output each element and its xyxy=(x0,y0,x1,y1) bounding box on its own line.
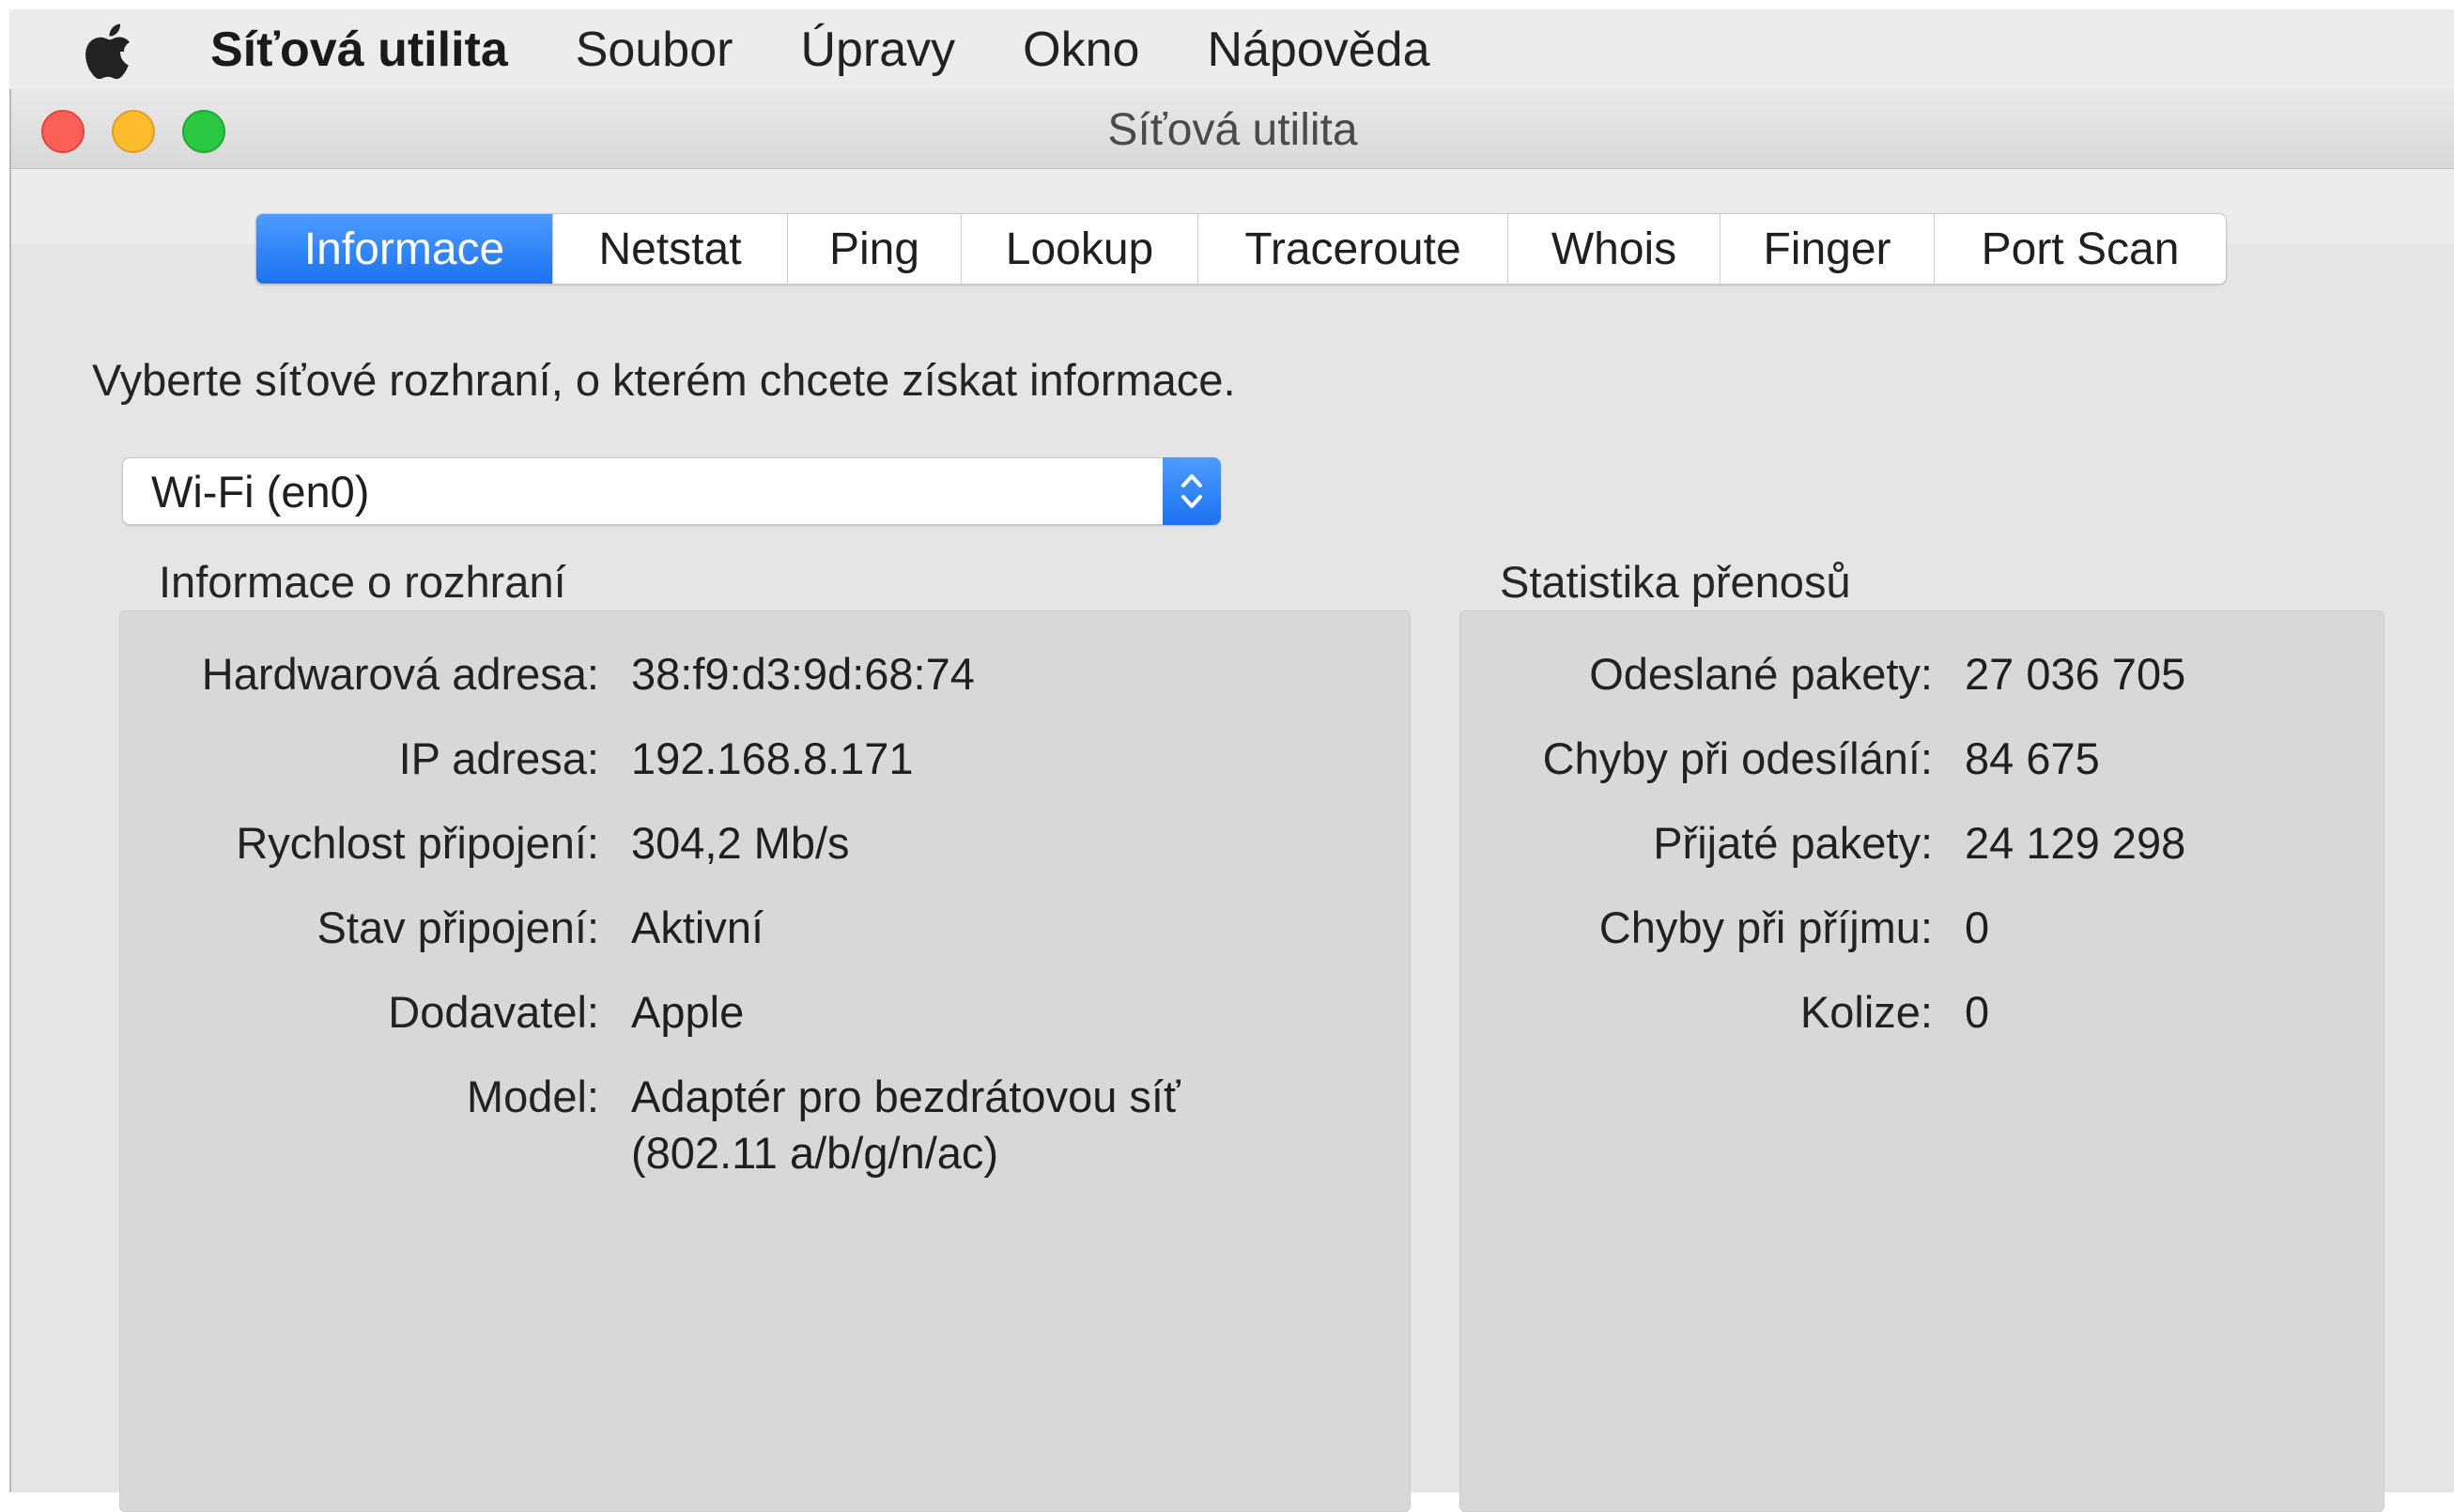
interface-select[interactable]: Wi-Fi (en0) xyxy=(122,457,1221,525)
transfer-stats-title: Statistika přenosů xyxy=(1500,557,1851,607)
label-received-packets: Přijaté pakety: xyxy=(1653,818,1933,868)
value-model-standard: (802.11 a/b/g/n/ac) xyxy=(631,1128,999,1178)
tab-ping[interactable]: Ping xyxy=(788,214,962,284)
value-vendor: Apple xyxy=(631,987,745,1037)
value-link-status: Aktivní xyxy=(631,903,764,952)
value-model: Adaptér pro bezdrátovou síť xyxy=(631,1072,1181,1121)
label-vendor: Dodavatel: xyxy=(388,987,599,1037)
tab-port-scan[interactable]: Port Scan xyxy=(1935,214,2226,284)
menu-okno[interactable]: Okno xyxy=(1023,22,1139,78)
select-chevron-icon[interactable] xyxy=(1163,457,1221,525)
tab-lookup[interactable]: Lookup xyxy=(962,214,1198,284)
menu-napoveda[interactable]: Nápověda xyxy=(1207,22,1429,78)
tab-informace[interactable]: Informace xyxy=(256,214,553,284)
interface-prompt: Vyberte síťové rozhraní, o kterém chcete… xyxy=(92,355,1236,405)
value-ip-address: 192.168.8.171 xyxy=(631,733,914,783)
menu-upravy[interactable]: Úpravy xyxy=(800,22,955,78)
value-send-errors: 84 675 xyxy=(1965,733,2100,783)
value-sent-packets: 27 036 705 xyxy=(1965,649,2186,699)
tab-traceroute[interactable]: Traceroute xyxy=(1198,214,1508,284)
value-hardware-address: 38:f9:d3:9d:68:74 xyxy=(631,649,975,699)
label-link-speed: Rychlost připojení: xyxy=(236,818,599,868)
interface-select-value: Wi-Fi (en0) xyxy=(151,467,370,517)
value-collisions: 0 xyxy=(1965,987,1990,1037)
network-utility-window: Síťová utilita Informace Netstat Ping Lo… xyxy=(9,89,2454,1512)
tab-finger[interactable]: Finger xyxy=(1721,214,1935,284)
label-send-errors: Chyby při odesílání: xyxy=(1542,733,1933,783)
label-ip-address: IP adresa: xyxy=(398,733,599,783)
menu-soubor[interactable]: Soubor xyxy=(576,22,733,78)
tab-netstat[interactable]: Netstat xyxy=(553,214,788,284)
label-receive-errors: Chyby při příjmu: xyxy=(1598,903,1933,952)
app-menu-name[interactable]: Síťová utilita xyxy=(210,22,508,78)
value-link-speed: 304,2 Mb/s xyxy=(631,818,850,868)
label-link-status: Stav připojení: xyxy=(316,903,599,952)
label-model: Model: xyxy=(466,1072,599,1121)
value-receive-errors: 0 xyxy=(1965,903,1990,952)
label-collisions: Kolize: xyxy=(1799,987,1933,1037)
value-received-packets: 24 129 298 xyxy=(1965,818,2186,868)
apple-logo-icon[interactable] xyxy=(83,20,137,80)
tab-bar: Informace Netstat Ping Lookup Traceroute… xyxy=(255,213,2227,285)
menu-bar: Síťová utilita Soubor Úpravy Okno Nápově… xyxy=(9,9,2454,89)
label-hardware-address: Hardwarová adresa: xyxy=(201,649,599,699)
window-titlebar[interactable]: Síťová utilita xyxy=(11,89,2454,169)
window-title: Síťová utilita xyxy=(1107,105,1358,155)
interface-info-title: Informace o rozhraní xyxy=(159,557,566,607)
tab-whois[interactable]: Whois xyxy=(1508,214,1721,284)
label-sent-packets: Odeslané pakety: xyxy=(1589,649,1933,699)
